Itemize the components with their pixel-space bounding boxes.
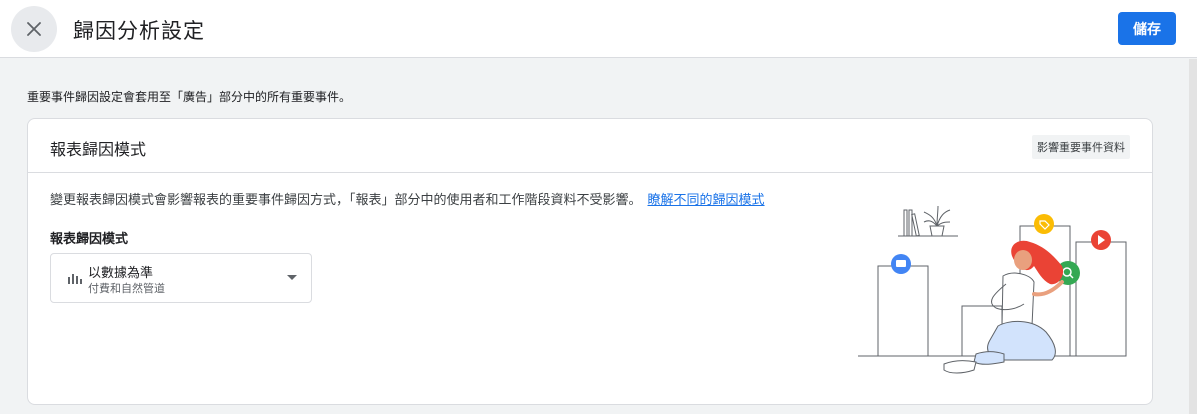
card-description: 變更報表歸因模式會影響報表的重要事件歸因方式，「報表」部分中的使用者和工作階段資… [50, 189, 765, 208]
top-bar: 歸因分析設定 儲存 [0, 0, 1197, 58]
card-header: 報表歸因模式 影響重要事件資料 [28, 119, 1152, 173]
select-subtitle: 付費和自然管道 [88, 283, 165, 295]
attribution-card: 報表歸因模式 影響重要事件資料 變更報表歸因模式會影響報表的重要事件歸因方式，「… [27, 118, 1153, 405]
close-icon [27, 22, 41, 36]
card-title: 報表歸因模式 [50, 142, 147, 159]
close-button[interactable] [11, 6, 57, 52]
field-label: 報表歸因模式 [50, 231, 129, 246]
intro-text: 重要事件歸因設定會套用至「廣告」部分中的所有重要事件。 [27, 90, 352, 104]
bar-chart-icon [68, 274, 82, 284]
description-text: 變更報表歸因模式會影響報表的重要事件歸因方式，「報表」部分中的使用者和工作階段資… [50, 192, 642, 207]
learn-more-link[interactable]: 瞭解不同的歸因模式 [648, 192, 765, 207]
page-title: 歸因分析設定 [73, 20, 205, 43]
caret-down-icon [287, 275, 297, 280]
save-button[interactable]: 儲存 [1118, 12, 1176, 45]
attribution-model-select[interactable]: 以數據為準 付費和自然管道 [50, 253, 312, 303]
attribution-illustration [858, 205, 1127, 374]
scrollbar[interactable] [1189, 59, 1197, 414]
select-value: 以數據為準 [88, 265, 154, 280]
impact-chip: 影響重要事件資料 [1032, 135, 1130, 159]
